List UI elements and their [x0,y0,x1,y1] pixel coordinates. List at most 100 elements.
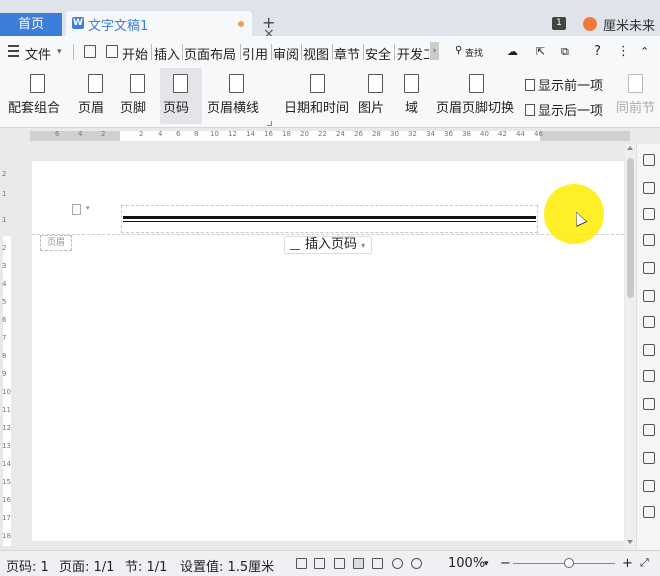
collab-icon[interactable]: ⧉ [561,45,569,59]
menu-item-review[interactable]: 审阅 [273,44,299,63]
fit-window-icon[interactable]: ⤢ [640,556,649,570]
open-icon[interactable] [106,45,118,58]
zoom-level[interactable]: 100% [448,556,485,571]
user-name[interactable]: 厘米未来 [603,15,655,34]
ruler-tick: 4 [158,130,163,138]
location-icon[interactable] [643,208,655,220]
vertical-ruler[interactable]: 2 1 1 2 3 4 5 6 7 8 9 10 11 12 13 14 15 … [0,144,14,550]
date-time-button[interactable]: 日期和时间 [282,68,354,124]
ruler-tick: 6 [2,316,7,324]
header-area[interactable] [121,205,538,233]
table-icon[interactable] [643,290,655,302]
menu-item-home[interactable]: 开始 [122,44,148,63]
menu-file[interactable]: 文件 [25,44,51,63]
chevron-down-icon[interactable]: ▾ [484,559,489,569]
new-tab-button[interactable]: + [262,13,275,32]
header-footer-switch-button[interactable]: 页眉页脚切换 [434,68,520,124]
chevron-down-icon[interactable]: ▾ [57,47,62,57]
ruler-tick: 16 [264,130,273,138]
settings-sliders-icon[interactable] [643,370,655,382]
page-number-button[interactable]: 页码 [160,68,202,124]
field-icon [404,74,419,93]
header-line-button[interactable]: 页眉横线 [204,68,270,124]
cloud-sync-icon[interactable]: ☁ [507,45,518,58]
help-icon[interactable]: ? [594,44,601,59]
insert-page-number-button[interactable]: 插入页码 ▾ [284,236,372,254]
hamburger-menu-icon[interactable] [8,45,19,60]
zoom-in-button[interactable]: + [622,556,633,571]
scrollbar-thumb[interactable] [627,158,634,298]
image-icon[interactable] [643,398,655,410]
status-setting[interactable]: 设置值: 1.5厘米 [180,556,274,575]
eye-protect-icon[interactable] [411,558,422,569]
status-page-number[interactable]: 页码: 1 [6,556,49,575]
menu-item-references[interactable]: 引用 [242,44,268,63]
ruler-tick: 6 [55,130,60,138]
status-section[interactable]: 节: 1/1 [125,556,167,575]
edit-icon[interactable] [643,154,655,166]
more-icon[interactable]: ⋮ [617,44,630,59]
ruler-tick: 18 [2,532,11,540]
ribbon-group-expand-icon[interactable] [267,121,272,126]
menu-item-security[interactable]: 安全 [365,44,391,63]
horizontal-ruler[interactable]: 6 4 2 2 4 6 8 10 12 14 16 18 20 22 24 26… [0,128,660,144]
style-icon[interactable] [643,262,655,274]
zoom-slider-handle[interactable] [564,558,575,568]
header-options-icon[interactable] [72,204,81,215]
field-button[interactable]: 域 [398,68,426,124]
search-icon[interactable]: ⚲ [455,45,462,56]
outline-view-icon[interactable] [372,558,383,569]
scroll-up-icon[interactable] [627,146,633,150]
workspace-badge[interactable]: 1 [552,17,566,30]
picture-button[interactable]: 图片 [356,68,396,124]
web-view-icon[interactable] [392,558,403,569]
page-view-icon[interactable] [353,558,364,569]
menu-item-developer[interactable]: 开发工 [397,44,429,63]
apps-icon[interactable] [643,316,655,328]
export-icon[interactable] [643,424,655,436]
tab-document[interactable]: W 文字文稿1 × [66,11,275,42]
header-line-label: 页眉横线 [207,101,260,116]
shapes-icon[interactable] [643,234,655,246]
chevron-down-icon[interactable]: ▾ [86,204,90,212]
vertical-scrollbar[interactable] [625,144,636,550]
tab-home[interactable]: 首页 [0,13,62,36]
backup-icon[interactable] [643,452,655,464]
combo-set-button[interactable]: 配套组合 [6,68,68,124]
ruler-tick: 2 [2,170,7,178]
scroll-down-icon[interactable] [627,540,633,544]
crop-icon[interactable] [643,506,655,518]
chart-icon[interactable] [643,344,655,356]
ruler-tick: 6 [176,130,181,138]
write-mode-icon[interactable] [334,558,345,569]
search-label[interactable]: 查找 [465,46,483,59]
header-icon [88,74,103,93]
status-pages[interactable]: 页面: 1/1 [59,556,114,575]
footer-button[interactable]: 页脚 [118,68,158,124]
dual-page-icon[interactable] [314,558,325,569]
new-doc-icon[interactable] [84,45,96,58]
combo-set-label: 配套组合 [8,101,61,116]
menu-scroll-right-icon[interactable]: › [430,42,439,60]
zoom-out-button[interactable]: − [500,556,511,571]
header-line-icon [229,74,244,93]
header-button[interactable]: 页眉 [76,68,116,124]
menu-item-insert[interactable]: 插入 [154,44,180,63]
menu-item-layout[interactable]: 页面布局 [184,44,236,63]
title-tab-bar: 首页 W 文字文稿1 × + 1 厘米未来 [0,0,660,42]
show-prev-button[interactable]: 显示前一项 [525,75,603,94]
ruler-tick: 26 [354,130,363,138]
ruler-tick: 14 [2,460,11,468]
restrict-edit-icon[interactable] [296,558,307,569]
show-next-button[interactable]: 显示后一项 [525,100,603,119]
select-icon[interactable] [643,182,655,194]
user-avatar[interactable] [583,17,597,31]
ruler-tick: 2 [101,130,106,138]
same-as-prev-button[interactable]: 同前节 [614,68,660,124]
menu-item-chapter[interactable]: 章节 [334,44,360,63]
share-icon[interactable]: ⇱ [536,45,545,58]
collapse-ribbon-icon[interactable]: ⌃ [640,45,649,58]
field-label: 域 [405,101,419,116]
layers-icon[interactable] [643,480,655,492]
menu-item-view[interactable]: 视图 [303,44,329,63]
